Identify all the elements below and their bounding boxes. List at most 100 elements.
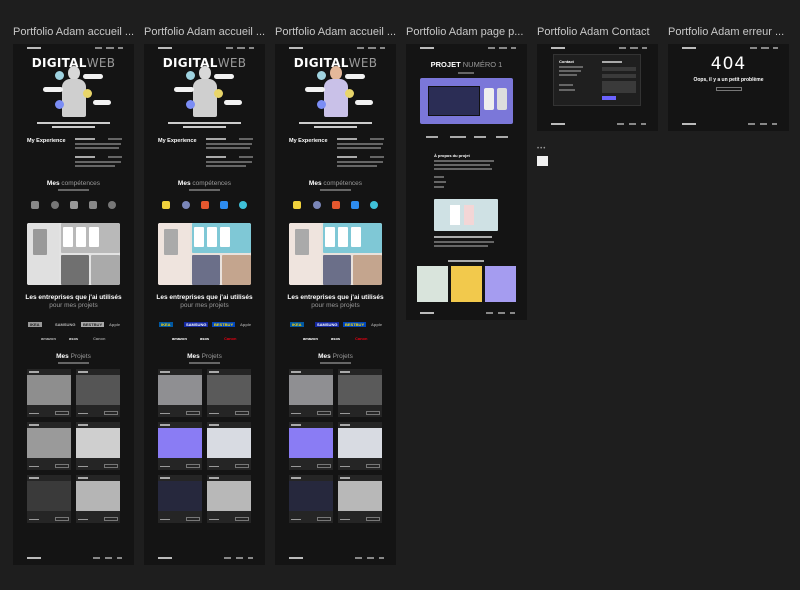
footer-link[interactable] bbox=[367, 557, 374, 559]
component-frame[interactable] bbox=[537, 156, 548, 166]
project-card[interactable] bbox=[27, 369, 71, 417]
project-card[interactable] bbox=[289, 422, 333, 470]
footer-link[interactable] bbox=[641, 123, 646, 125]
nav-link[interactable] bbox=[750, 47, 757, 49]
footer-link[interactable] bbox=[355, 557, 362, 559]
project-meta bbox=[426, 136, 438, 138]
frame-home-bw-2[interactable]: DIGITALWEB My Experience Mes compétences bbox=[144, 44, 265, 565]
nav-link[interactable] bbox=[357, 47, 364, 49]
project-card[interactable] bbox=[76, 369, 120, 417]
project-meta bbox=[450, 136, 466, 138]
nav-link[interactable] bbox=[380, 47, 385, 49]
frame-label-error[interactable]: Portfolio Adam erreur ... bbox=[668, 26, 796, 38]
footer bbox=[406, 306, 527, 320]
send-button[interactable] bbox=[602, 96, 616, 100]
project-card[interactable] bbox=[158, 422, 202, 470]
nav-link[interactable] bbox=[226, 47, 233, 49]
footer-link[interactable] bbox=[224, 557, 231, 559]
nav-logo[interactable] bbox=[289, 47, 303, 49]
avatar bbox=[323, 60, 349, 118]
footer-link[interactable] bbox=[498, 312, 505, 314]
nav-link[interactable] bbox=[237, 47, 245, 49]
email-input[interactable] bbox=[602, 74, 636, 78]
frame-home-color[interactable]: DIGITALWEB My Experience Mes compétences bbox=[275, 44, 396, 565]
frame-home-bw[interactable]: DIGITALWEB My Experience Mes compétences bbox=[13, 44, 134, 565]
footer-logo[interactable] bbox=[27, 557, 41, 559]
nav-link[interactable] bbox=[619, 47, 626, 49]
footer-link[interactable] bbox=[105, 557, 112, 559]
experience-title: My Experience bbox=[27, 138, 66, 144]
project-card[interactable] bbox=[27, 475, 71, 523]
name-input[interactable] bbox=[602, 67, 636, 71]
message-input[interactable] bbox=[602, 81, 636, 93]
frame-error[interactable]: 404 Oops, il y a un petit problème bbox=[668, 44, 789, 131]
footer-logo[interactable] bbox=[158, 557, 172, 559]
php-icon bbox=[313, 201, 321, 209]
projects-title: Mes Projets bbox=[187, 353, 222, 360]
footer-logo[interactable] bbox=[289, 557, 303, 559]
frame-label-contact[interactable]: Portfolio Adam Contact bbox=[537, 26, 665, 38]
home-button[interactable] bbox=[716, 87, 742, 91]
project-card[interactable] bbox=[158, 369, 202, 417]
frame-label-home-bw[interactable]: Portfolio Adam accueil ... bbox=[13, 26, 141, 38]
project-card[interactable] bbox=[338, 475, 382, 523]
nav-logo[interactable] bbox=[27, 47, 41, 49]
nav-logo[interactable] bbox=[158, 47, 172, 49]
project-card[interactable] bbox=[289, 369, 333, 417]
companies-subtitle: pour mes projets bbox=[49, 302, 98, 309]
project-card[interactable] bbox=[338, 369, 382, 417]
nav-link[interactable] bbox=[630, 47, 638, 49]
footer-link[interactable] bbox=[629, 123, 636, 125]
project-card[interactable] bbox=[76, 422, 120, 470]
companies-subtitle: pour mes projets bbox=[180, 302, 229, 309]
frame-contact[interactable]: Contact bbox=[537, 44, 658, 131]
nav-logo[interactable] bbox=[420, 47, 434, 49]
footer-link[interactable] bbox=[510, 312, 515, 314]
footer-logo[interactable] bbox=[420, 312, 434, 314]
footer-link[interactable] bbox=[772, 123, 777, 125]
project-card[interactable] bbox=[207, 422, 251, 470]
project-card[interactable] bbox=[207, 475, 251, 523]
nav-link[interactable] bbox=[642, 47, 647, 49]
footer-link[interactable] bbox=[117, 557, 122, 559]
nav-link[interactable] bbox=[106, 47, 114, 49]
nav-link[interactable] bbox=[249, 47, 254, 49]
logo-amazon: amazon bbox=[172, 336, 187, 341]
js-icon bbox=[162, 201, 170, 209]
project-card[interactable] bbox=[338, 422, 382, 470]
project-card[interactable] bbox=[76, 475, 120, 523]
project-card[interactable] bbox=[207, 369, 251, 417]
nav-logo[interactable] bbox=[551, 47, 565, 49]
project-card[interactable] bbox=[158, 475, 202, 523]
experience-item bbox=[337, 156, 357, 158]
footer-link[interactable] bbox=[379, 557, 384, 559]
footer-link[interactable] bbox=[248, 557, 253, 559]
nav-link[interactable] bbox=[95, 47, 102, 49]
logo-ikea: IKEA bbox=[159, 322, 173, 327]
project-card[interactable] bbox=[289, 475, 333, 523]
frame-label-home-color[interactable]: Portfolio Adam accueil ... bbox=[275, 26, 403, 38]
nav-bar bbox=[537, 44, 658, 52]
nav-link[interactable] bbox=[773, 47, 778, 49]
nav-link[interactable] bbox=[511, 47, 516, 49]
footer-link[interactable] bbox=[486, 312, 493, 314]
project-card[interactable] bbox=[27, 422, 71, 470]
more-icon[interactable]: ••• bbox=[537, 146, 546, 152]
frame-label-project[interactable]: Portfolio Adam page p... bbox=[406, 26, 534, 38]
nav-link[interactable] bbox=[368, 47, 376, 49]
footer-link[interactable] bbox=[748, 123, 755, 125]
hero-subtitle bbox=[37, 122, 110, 124]
footer-logo[interactable] bbox=[551, 123, 565, 125]
footer-logo[interactable] bbox=[682, 123, 696, 125]
nav-link[interactable] bbox=[118, 47, 123, 49]
nav-logo[interactable] bbox=[682, 47, 696, 49]
frame-project[interactable]: PROJET NUMÉRO 1 À propos du projet bbox=[406, 44, 527, 320]
nav-link[interactable] bbox=[761, 47, 769, 49]
frame-label-home-bw-2[interactable]: Portfolio Adam accueil ... bbox=[144, 26, 272, 38]
footer-link[interactable] bbox=[236, 557, 243, 559]
footer-link[interactable] bbox=[93, 557, 100, 559]
nav-link[interactable] bbox=[488, 47, 495, 49]
footer-link[interactable] bbox=[760, 123, 767, 125]
nav-link[interactable] bbox=[499, 47, 507, 49]
footer-link[interactable] bbox=[617, 123, 624, 125]
